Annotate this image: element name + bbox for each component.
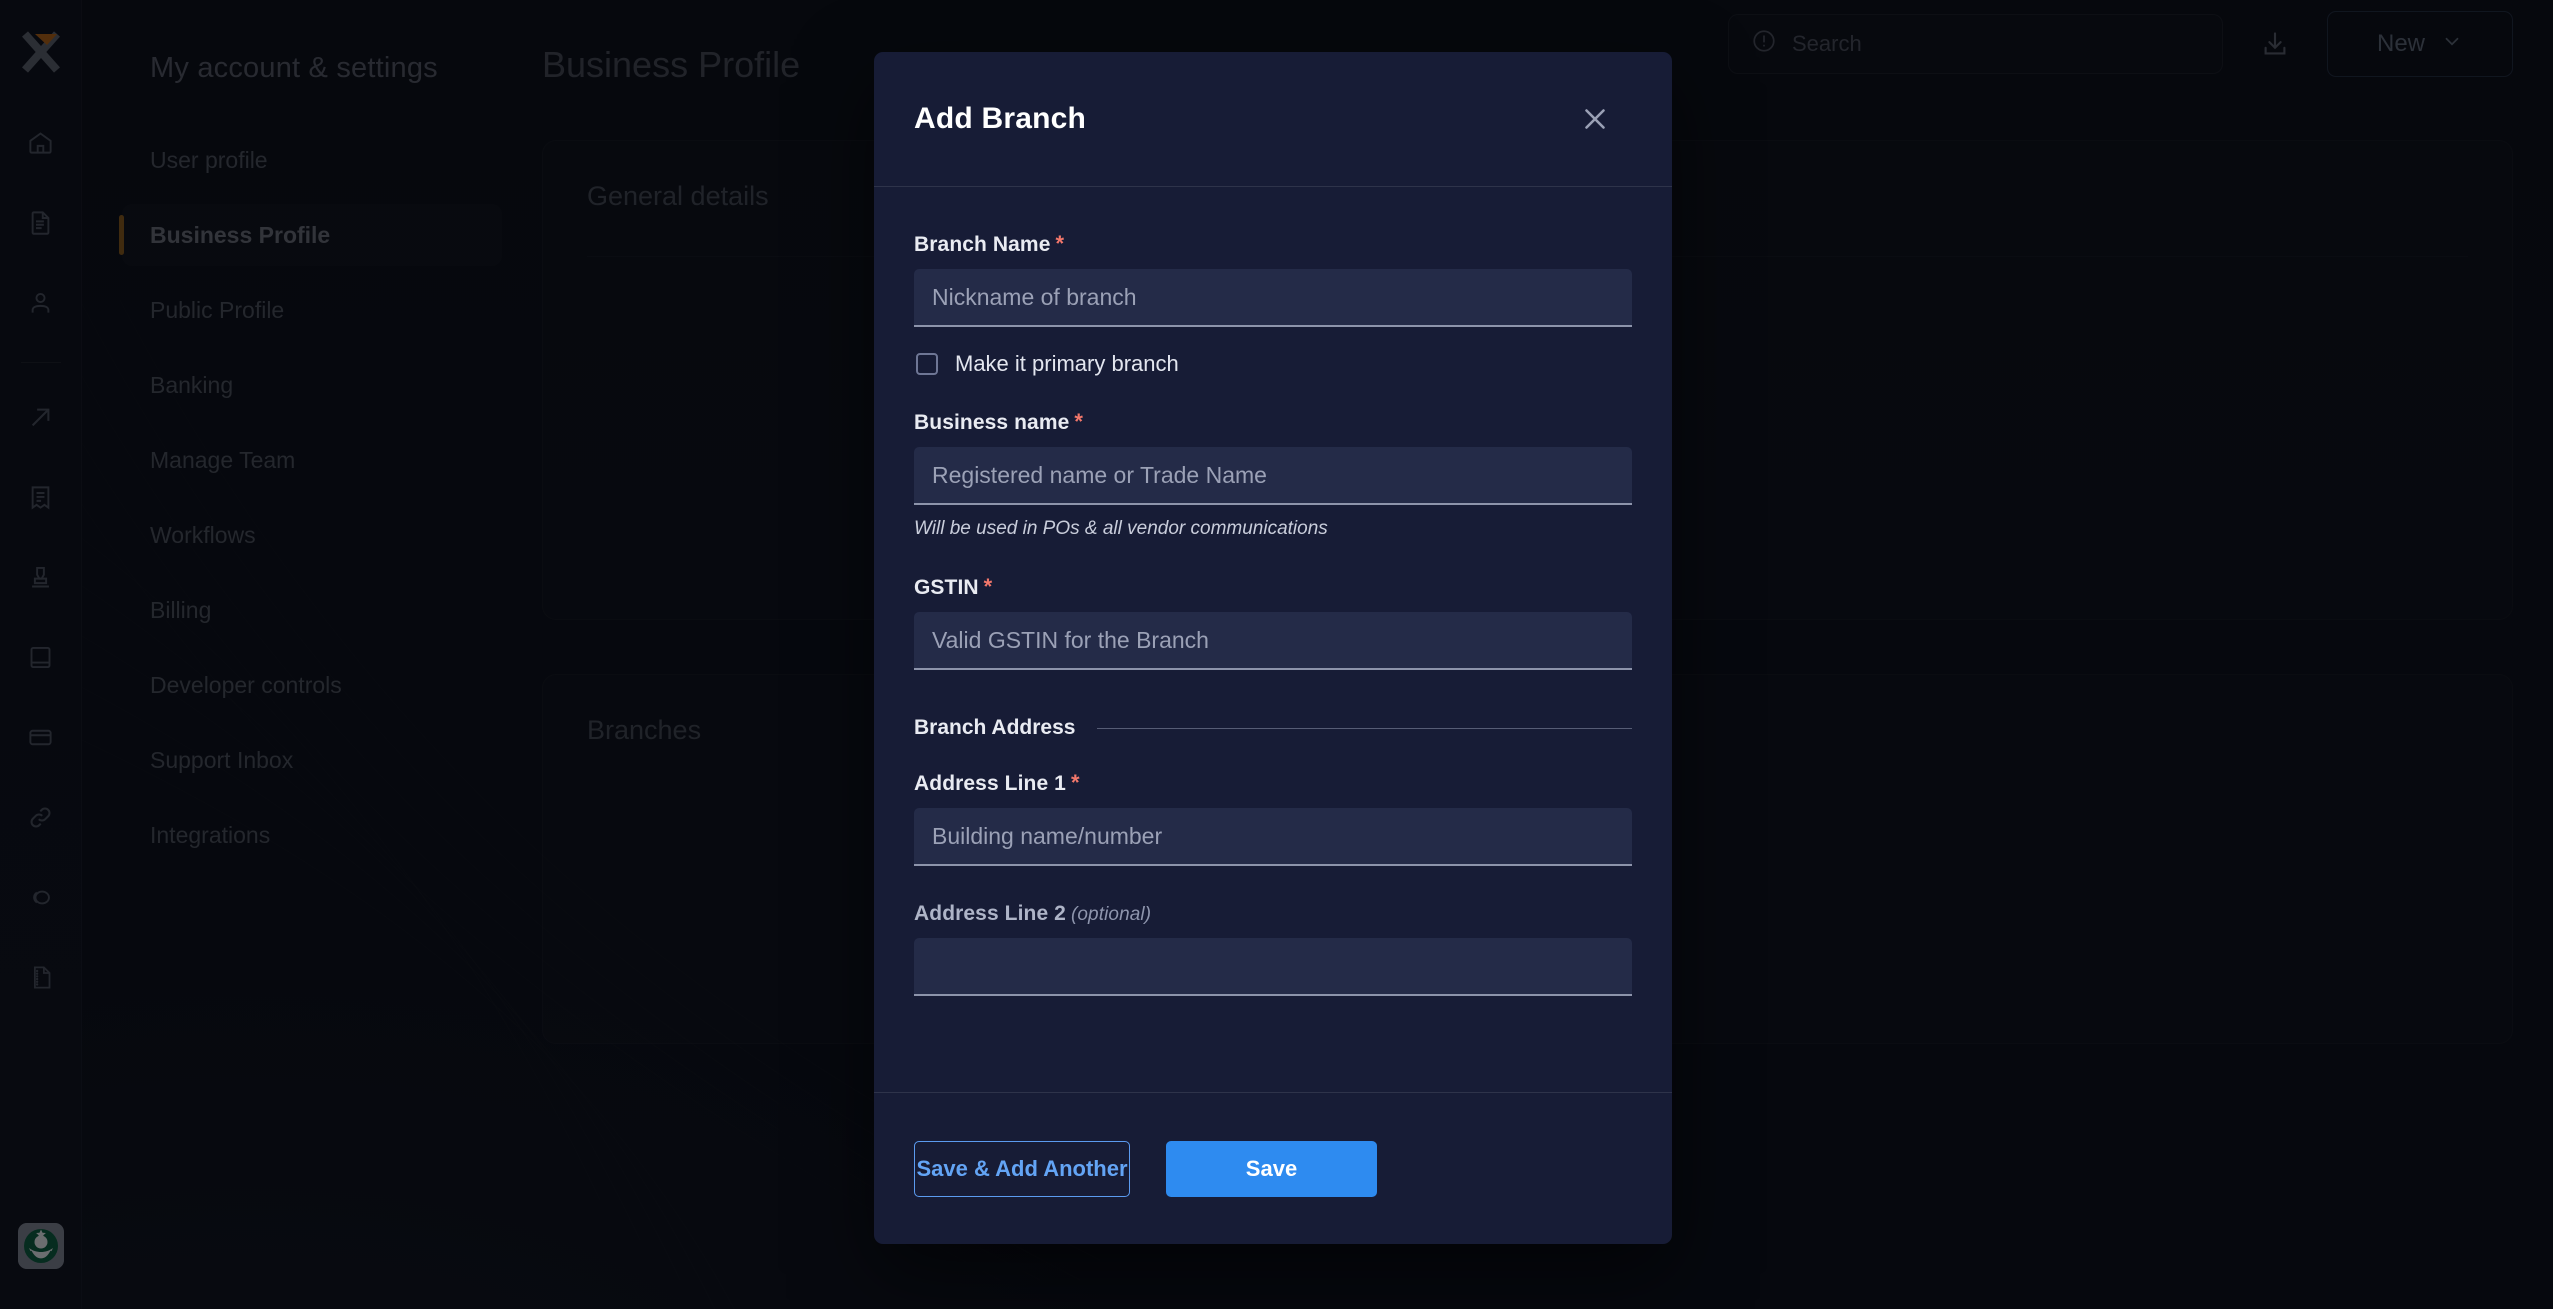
primary-branch-checkbox-label: Make it primary branch	[955, 351, 1179, 376]
field-label-address-line-1: Address Line 1 *	[914, 770, 1632, 796]
close-icon[interactable]	[1578, 102, 1612, 136]
label-text: Business name	[914, 411, 1070, 434]
input-placeholder: Building name/number	[932, 822, 1163, 849]
label-text: GSTIN	[914, 576, 979, 599]
field-label-address-line-2: Address Line 2 (optional)	[914, 902, 1632, 926]
scroll-fade-overlay	[874, 1022, 1672, 1092]
address-line-2-input[interactable]	[914, 938, 1632, 996]
section-divider-label: Branch Address	[914, 716, 1076, 739]
add-branch-modal: Add Branch Branch Name * Nickname of bra…	[874, 52, 1672, 1244]
modal-title: Add Branch	[914, 102, 1087, 135]
required-marker: *	[983, 574, 993, 599]
primary-branch-checkbox-row[interactable]: Make it primary branch	[916, 351, 1632, 377]
save-button[interactable]: Save	[1166, 1140, 1377, 1197]
field-address-line-2: Address Line 2 (optional)	[914, 902, 1632, 996]
field-business-name: Business name * Registered name or Trade…	[914, 409, 1632, 540]
input-placeholder: Valid GSTIN for the Branch	[932, 626, 1209, 653]
app-root: My account & settings User profile Busin…	[0, 0, 2553, 1309]
required-marker: *	[1074, 409, 1084, 434]
branch-address-section-divider: Branch Address	[914, 716, 1632, 740]
primary-branch-checkbox[interactable]	[916, 353, 938, 375]
input-placeholder: Registered name or Trade Name	[932, 461, 1267, 488]
modal-body: Branch Name * Nickname of branch Make it…	[874, 187, 1672, 1092]
button-label: Save	[1245, 1155, 1298, 1181]
branch-name-input[interactable]: Nickname of branch	[914, 269, 1632, 327]
required-marker: *	[1070, 770, 1080, 795]
required-marker: *	[1055, 231, 1065, 256]
field-label-gstin: GSTIN *	[914, 574, 1632, 600]
optional-marker: (optional)	[1070, 904, 1152, 925]
gstin-input[interactable]: Valid GSTIN for the Branch	[914, 612, 1632, 670]
modal-footer: Save & Add Another Save	[874, 1092, 1672, 1244]
section-divider-line	[1097, 727, 1632, 729]
field-gstin: GSTIN * Valid GSTIN for the Branch	[914, 574, 1632, 670]
business-name-help-text: Will be used in POs & all vendor communi…	[914, 518, 1328, 539]
button-label: Save & Add Another	[916, 1155, 1128, 1181]
field-branch-name: Branch Name * Nickname of branch	[914, 231, 1632, 327]
address-line-1-input[interactable]: Building name/number	[914, 808, 1632, 866]
label-text: Branch Name	[914, 233, 1051, 256]
field-label-branch-name: Branch Name *	[914, 231, 1632, 257]
field-label-business-name: Business name *	[914, 409, 1632, 435]
business-name-input[interactable]: Registered name or Trade Name	[914, 447, 1632, 505]
modal-header: Add Branch	[874, 52, 1672, 187]
save-and-add-another-button[interactable]: Save & Add Another	[914, 1140, 1130, 1197]
field-address-line-1: Address Line 1 * Building name/number	[914, 770, 1632, 866]
label-text: Address Line 1	[914, 772, 1066, 795]
label-text: Address Line 2	[914, 902, 1066, 925]
input-placeholder: Nickname of branch	[932, 283, 1137, 310]
